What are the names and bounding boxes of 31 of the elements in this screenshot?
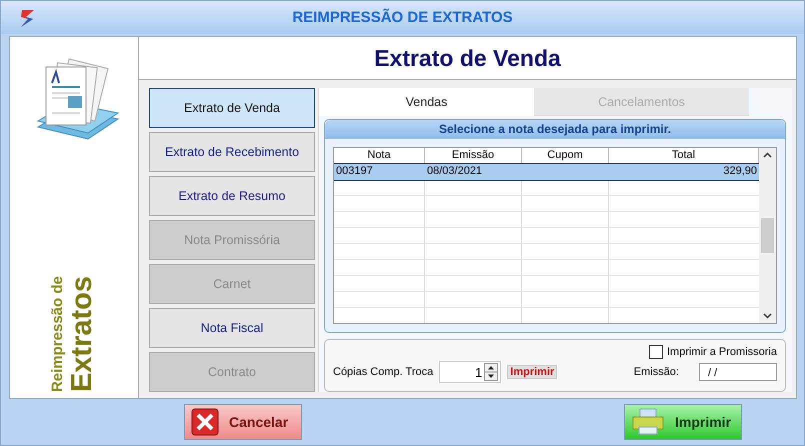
window-title: REIMPRESSÃO DE EXTRATOS: [291, 9, 514, 26]
table-cell: 329,90: [723, 165, 757, 177]
scrollbar[interactable]: [759, 148, 776, 323]
scroll-up-icon[interactable]: [763, 152, 772, 158]
table-cell: 003197: [336, 165, 373, 177]
table-row[interactable]: 003197 08/03/2021 329,90: [334, 164, 759, 180]
spin-arrows-icon[interactable]: [484, 363, 498, 381]
table-cell: 08/03/2021: [427, 165, 482, 177]
menu-button[interactable]: Extrato de Resumo: [149, 176, 315, 216]
checkbox[interactable]: [648, 345, 663, 359]
grid-title: Selecione a nota desejada para imprimir.: [325, 120, 785, 139]
copies-label: Cópias Comp. Troca: [333, 366, 434, 378]
scroll-down-icon[interactable]: [763, 313, 772, 319]
sidebar-title: Extratos: [66, 276, 99, 392]
emissao-field[interactable]: / /: [699, 363, 777, 381]
scroll-thumb[interactable]: [761, 218, 774, 253]
menu-button[interactable]: Nota Fiscal: [149, 308, 315, 348]
emissao-label: Emissão:: [634, 366, 679, 378]
tab[interactable]: Vendas: [319, 88, 534, 116]
menu-button[interactable]: Extrato de Recebimento: [149, 132, 315, 172]
checkbox-label: Imprimir a Promissoria: [666, 346, 777, 358]
copies-spinner[interactable]: 1: [439, 361, 502, 383]
close-icon: [191, 408, 219, 436]
printer-icon: [631, 408, 665, 436]
print-button[interactable]: Imprimir: [624, 404, 742, 440]
menu-button[interactable]: Extrato de Venda: [149, 88, 315, 128]
sidebar-caption: Reimpressão de: [49, 276, 66, 392]
promissoria-checkbox[interactable]: Imprimir a Promissoria: [648, 343, 777, 361]
cancel-button[interactable]: Cancelar: [184, 404, 302, 440]
print-label: Imprimir: [507, 365, 558, 379]
page-title: Extrato de Venda: [374, 44, 561, 72]
